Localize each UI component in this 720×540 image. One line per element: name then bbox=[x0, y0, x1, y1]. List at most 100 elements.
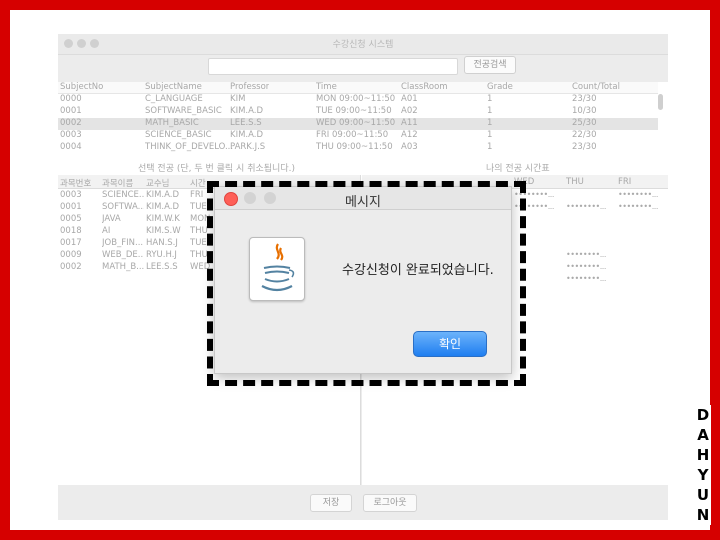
major-search-button[interactable]: 전공검색 bbox=[464, 56, 516, 74]
red-frame-top bbox=[0, 0, 720, 10]
cell-time: TUE bbox=[190, 202, 207, 212]
col-course-no[interactable]: 과목번호 bbox=[60, 177, 91, 189]
table-row[interactable]: 0001 SOFTWARE_BASIC KIM.A.D TUE 09:00~11… bbox=[58, 106, 658, 118]
cell-course-name: JAVA bbox=[102, 214, 121, 224]
cell-grade: 1 bbox=[487, 106, 493, 116]
cell-time: WED 09:00~11:50 bbox=[316, 118, 396, 128]
cell-professor: KIM.A.D bbox=[146, 190, 180, 200]
col-subject-no[interactable]: SubjectNo bbox=[60, 82, 103, 92]
watermark-letter: A bbox=[697, 426, 709, 444]
timetable-slot[interactable]: ••••••••... bbox=[618, 202, 658, 211]
cell-time: TUE 09:00~11:50 bbox=[316, 106, 392, 116]
red-frame-left bbox=[0, 0, 10, 540]
col-course-name[interactable]: 과목이름 bbox=[102, 177, 133, 189]
cell-course-no: 0017 bbox=[60, 238, 82, 248]
cell-course-no: 0002 bbox=[60, 262, 82, 272]
col-fri: FRI bbox=[618, 177, 632, 187]
save-button[interactable]: 저장 bbox=[310, 494, 352, 512]
cell-count: 23/30 bbox=[572, 94, 597, 104]
cell-grade: 1 bbox=[487, 142, 493, 152]
selected-major-label: 선택 전공 (단, 두 번 클릭 시 취소됩니다.) bbox=[138, 164, 295, 174]
col-time-kr[interactable]: 시간 bbox=[190, 177, 206, 189]
cell-time: FRI 09:00~11:50 bbox=[316, 130, 389, 140]
search-input[interactable] bbox=[208, 58, 458, 75]
cell-time: THU bbox=[190, 250, 208, 260]
cell-time: MON 09:00~11:50 bbox=[316, 94, 396, 104]
cell-classroom: A03 bbox=[401, 142, 418, 152]
window-titlebar: 수강신청 시스템 bbox=[58, 34, 668, 55]
dashed-highlight-box bbox=[207, 181, 526, 386]
cell-subject-name: THINK_OF_DEVELO... bbox=[145, 142, 234, 152]
cell-subject-name: SOFTWARE_BASIC bbox=[145, 106, 222, 116]
timetable-slot[interactable]: ••••••••... bbox=[566, 250, 606, 259]
watermark-letter: N bbox=[696, 506, 710, 524]
cell-subject-no: 0000 bbox=[60, 94, 82, 104]
author-watermark: D A H Y U N bbox=[695, 405, 711, 525]
cell-professor: PARK.J.S bbox=[230, 142, 266, 152]
cell-course-no: 0001 bbox=[60, 202, 82, 212]
cell-subject-name: MATH_BASIC bbox=[145, 118, 199, 128]
cell-course-name: WEB_DE... bbox=[102, 250, 144, 260]
watermark-letter: D bbox=[696, 406, 710, 424]
cell-grade: 1 bbox=[487, 118, 493, 128]
timetable-slot[interactable]: ••••••••... bbox=[566, 274, 606, 283]
cell-subject-name: C_LANGUAGE bbox=[145, 94, 203, 104]
col-thu: THU bbox=[566, 177, 584, 187]
cell-grade: 1 bbox=[487, 94, 493, 104]
timetable-slot[interactable]: ••••••••... bbox=[566, 262, 606, 271]
logout-button[interactable]: 로그아웃 bbox=[363, 494, 417, 512]
cell-professor: RYU.H.J bbox=[146, 250, 177, 260]
window-title: 수강신청 시스템 bbox=[332, 40, 394, 50]
timetable-slot[interactable]: ••••••••... bbox=[566, 202, 606, 211]
col-count-total[interactable]: Count/Total bbox=[572, 82, 620, 92]
col-subject-name[interactable]: SubjectName bbox=[145, 82, 202, 92]
red-frame-right bbox=[710, 0, 720, 530]
cell-course-no: 0009 bbox=[60, 250, 82, 260]
col-time[interactable]: Time bbox=[316, 82, 337, 92]
watermark-letter: H bbox=[696, 446, 710, 464]
table-row-selected[interactable]: 0002 MATH_BASIC LEE.S.S WED 09:00~11:50 … bbox=[58, 118, 658, 130]
cell-course-name: JOB_FIN... bbox=[102, 238, 144, 248]
cell-professor: KIM.A.D bbox=[146, 202, 180, 212]
col-professor-kr[interactable]: 교수님 bbox=[146, 177, 169, 189]
cell-subject-no: 0001 bbox=[60, 106, 82, 116]
cell-course-name: SOFTWA... bbox=[102, 202, 144, 212]
cell-grade: 1 bbox=[487, 130, 493, 140]
table-row[interactable]: 0004 THINK_OF_DEVELO... PARK.J.S THU 09:… bbox=[58, 142, 658, 154]
cell-subject-no: 0003 bbox=[60, 130, 82, 140]
cell-count: 25/30 bbox=[572, 118, 597, 128]
watermark-letter: U bbox=[696, 486, 710, 504]
cell-professor: KIM.W.K bbox=[146, 214, 180, 224]
subject-table-scrollbar[interactable] bbox=[658, 94, 663, 110]
cell-time: THU bbox=[190, 226, 208, 236]
cell-professor: LEE.S.S bbox=[230, 118, 262, 128]
cell-time: THU 09:00~11:50 bbox=[316, 142, 393, 152]
cell-course-no: 0005 bbox=[60, 214, 82, 224]
table-row[interactable]: 0000 C_LANGUAGE KIM MON 09:00~11:50 A01 … bbox=[58, 94, 658, 106]
col-professor[interactable]: Professor bbox=[230, 82, 269, 92]
timetable-slot[interactable]: ••••••••... bbox=[618, 190, 658, 199]
cell-time: FRI bbox=[190, 190, 204, 200]
cell-professor: KIM.A.D bbox=[230, 106, 264, 116]
cell-professor: LEE.S.S bbox=[146, 262, 178, 272]
cell-count: 23/30 bbox=[572, 142, 597, 152]
cell-professor: KIM.A.D bbox=[230, 130, 264, 140]
cell-time: TUE bbox=[190, 238, 207, 248]
cell-course-name: SCIENCE... bbox=[102, 190, 144, 200]
cell-subject-no: 0002 bbox=[60, 118, 82, 128]
cell-course-name: MATH_B... bbox=[102, 262, 144, 272]
col-grade[interactable]: Grade bbox=[487, 82, 513, 92]
cell-subject-no: 0004 bbox=[60, 142, 82, 152]
table-row[interactable]: 0003 SCIENCE_BASIC KIM.A.D FRI 09:00~11:… bbox=[58, 130, 658, 142]
subject-table-header: SubjectNo SubjectName Professor Time Cla… bbox=[58, 82, 658, 94]
cell-classroom: A12 bbox=[401, 130, 418, 140]
cell-classroom: A11 bbox=[401, 118, 418, 128]
red-frame-bottom bbox=[0, 530, 720, 540]
cell-count: 22/30 bbox=[572, 130, 597, 140]
cell-classroom: A01 bbox=[401, 94, 418, 104]
cell-professor: HAN.S.J bbox=[146, 238, 178, 248]
cell-course-name: AI bbox=[102, 226, 111, 236]
cell-classroom: A02 bbox=[401, 106, 418, 116]
col-classroom[interactable]: ClassRoom bbox=[401, 82, 448, 92]
cell-course-no: 0018 bbox=[60, 226, 82, 236]
